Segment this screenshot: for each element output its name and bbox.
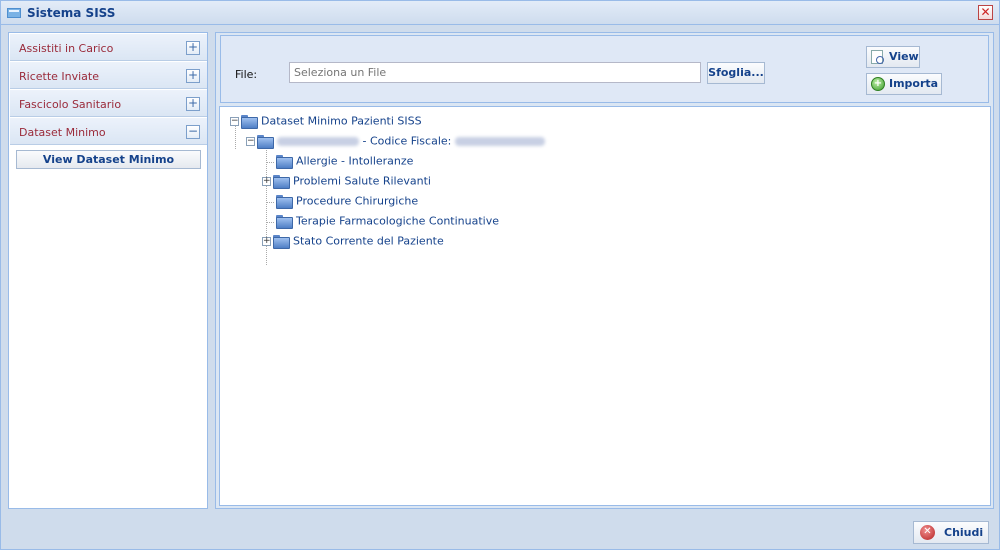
folder-icon <box>276 215 293 229</box>
expand-icon[interactable]: + <box>262 236 271 246</box>
collapse-icon[interactable]: − <box>186 125 200 139</box>
siss-window: Sistema SISS ✕ Assistiti in Carico + Ric… <box>0 0 1000 550</box>
tree-node-label: Allergie - Intolleranze <box>296 154 414 168</box>
sidebar-item-label: Ricette Inviate <box>19 70 100 83</box>
tree-guide <box>266 202 274 203</box>
close-button-label: Chiudi <box>944 526 984 539</box>
browse-button[interactable]: Sfoglia... <box>707 62 765 84</box>
sidebar-item-label: Fascicolo Sanitario <box>19 98 122 111</box>
tree-node-root[interactable]: − Dataset Minimo Pazienti SISS <box>230 114 422 132</box>
folder-icon <box>276 155 293 169</box>
tree-node-label: - Codice Fiscale: <box>359 134 455 148</box>
folder-icon <box>276 195 293 209</box>
expand-icon[interactable]: + <box>186 41 200 55</box>
tree-node-label: Procedure Chirurgiche <box>296 194 419 208</box>
tree-node-stato[interactable]: + Stato Corrente del Paziente <box>262 234 444 252</box>
sidebar-item-assistiti[interactable]: Assistiti in Carico + <box>10 34 207 61</box>
view-dataset-button[interactable]: View Dataset Minimo <box>16 150 201 169</box>
file-label: File: <box>235 68 258 81</box>
tree-guide <box>266 162 274 163</box>
dataset-tree: − Dataset Minimo Pazienti SISS − - Codice… <box>219 106 991 506</box>
title-bar[interactable]: Sistema SISS ✕ <box>1 1 999 25</box>
tree-node-problemi[interactable]: + Problemi Salute Rilevanti <box>262 174 431 192</box>
folder-open-icon <box>241 115 258 129</box>
main-panel: File: Sfoglia... View + Importa −Dataset… <box>215 32 994 509</box>
folder-icon <box>273 175 290 189</box>
document-search-icon <box>871 50 884 64</box>
import-button[interactable]: + Importa <box>866 73 942 95</box>
sidebar-item-fascicolo[interactable]: Fascicolo Sanitario + <box>10 90 207 117</box>
sidebar-item-label: Assistiti in Carico <box>19 42 114 55</box>
tree-node-label: Stato Corrente del Paziente <box>293 234 444 248</box>
close-button[interactable]: ✕ Chiudi <box>913 521 989 544</box>
tree-node-label: Dataset Minimo Pazienti SISS <box>261 114 422 128</box>
window-title: Sistema SISS <box>27 6 116 20</box>
collapse-icon[interactable]: − <box>246 136 255 146</box>
file-toolbar: File: Sfoglia... View + Importa <box>220 35 989 103</box>
redacted-fiscal-code <box>454 136 545 146</box>
view-button-label: View <box>889 50 919 63</box>
redacted-patient-name <box>277 136 359 146</box>
sidebar-item-dataset[interactable]: Dataset Minimo − <box>10 118 207 145</box>
tree-node-patient[interactable]: − - Codice Fiscale: <box>246 134 545 152</box>
tree-node-terapie[interactable]: Terapie Farmacologiche Continuative <box>276 214 499 232</box>
tree-node-label: Terapie Farmacologiche Continuative <box>296 214 499 228</box>
close-circle-icon: ✕ <box>920 525 935 540</box>
sidebar-accordion: Assistiti in Carico + Ricette Inviate + … <box>8 32 208 509</box>
tree-node-label: Problemi Salute Rilevanti <box>293 174 431 188</box>
folder-open-icon <box>257 135 274 149</box>
expand-icon[interactable]: + <box>186 97 200 111</box>
file-input[interactable] <box>289 62 701 83</box>
expand-icon[interactable]: + <box>186 69 200 83</box>
collapse-icon[interactable]: − <box>230 116 239 126</box>
sidebar-item-ricette[interactable]: Ricette Inviate + <box>10 62 207 89</box>
window-icon <box>7 8 21 18</box>
view-button[interactable]: View <box>866 46 920 68</box>
window-close-button[interactable]: ✕ <box>978 5 993 20</box>
folder-icon <box>273 235 290 249</box>
expand-icon[interactable]: + <box>262 176 271 186</box>
add-circle-icon: + <box>871 77 885 91</box>
tree-guide <box>266 222 274 223</box>
sidebar-item-label: Dataset Minimo <box>19 126 106 139</box>
tree-node-allergie[interactable]: Allergie - Intolleranze <box>276 154 413 172</box>
tree-node-procedure[interactable]: Procedure Chirurgiche <box>276 194 418 212</box>
import-button-label: Importa <box>889 77 939 90</box>
